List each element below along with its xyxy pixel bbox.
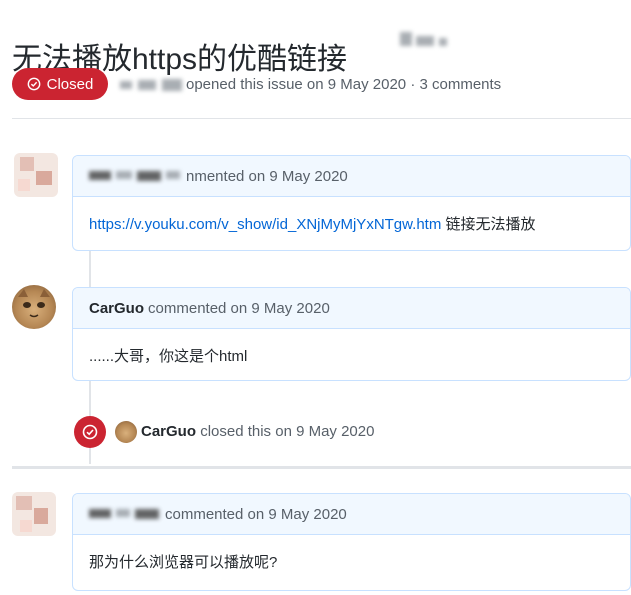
- comment-body: https://v.youku.com/v_show/id_XNjMyMjYxN…: [73, 197, 630, 250]
- comment-body: 那为什么浏览器可以播放呢?: [73, 535, 630, 588]
- avatar[interactable]: [14, 153, 58, 197]
- issue-meta: opened this issue on 9 May 2020 · 3 comm…: [120, 76, 501, 93]
- comment: CarGuo commented on 9 May 2020 ......大哥，…: [72, 287, 631, 381]
- issue-closed-icon: [27, 77, 41, 91]
- comment-action: commented on 9 May 2020: [165, 505, 347, 523]
- issue-closed-icon: [74, 416, 106, 448]
- comment-header: nmented on 9 May 2020: [73, 156, 630, 197]
- issue-state-label: Closed: [46, 75, 94, 93]
- timeline-event: CarGuo closed this on 9 May 2020: [141, 423, 374, 440]
- issue-meta-text: opened this issue on 9 May 2020 · 3 comm…: [186, 76, 502, 93]
- timeline-line: [89, 448, 91, 464]
- redacted-issue-number: [400, 32, 470, 48]
- timeline-divider: [12, 466, 631, 469]
- avatar[interactable]: [115, 421, 137, 443]
- issue-state-badge: Closed: [12, 68, 108, 100]
- timeline-line: [89, 380, 91, 416]
- comment-header: commented on 9 May 2020: [73, 494, 630, 535]
- redacted-author: [89, 509, 159, 519]
- comment-header: CarGuo commented on 9 May 2020: [73, 288, 630, 329]
- avatar[interactable]: [12, 492, 56, 536]
- event-author[interactable]: CarGuo: [141, 423, 196, 440]
- redacted-author: [120, 78, 182, 91]
- redacted-author: [89, 171, 180, 181]
- header-divider: [12, 118, 631, 119]
- comment-action: commented on 9 May 2020: [148, 299, 330, 317]
- avatar[interactable]: [12, 285, 56, 329]
- comment-author[interactable]: CarGuo: [89, 300, 144, 317]
- comment: commented on 9 May 2020 那为什么浏览器可以播放呢?: [72, 493, 631, 591]
- comment-text: ......大哥，你这是个html: [89, 348, 248, 365]
- comment-text: 那为什么浏览器可以播放呢?: [89, 554, 278, 571]
- timeline-line: [89, 250, 91, 290]
- comment-text: 链接无法播放: [445, 216, 536, 233]
- comment: nmented on 9 May 2020 https://v.youku.co…: [72, 155, 631, 251]
- comment-link[interactable]: https://v.youku.com/v_show/id_XNjMyMjYxN…: [89, 216, 441, 233]
- comment-body: ......大哥，你这是个html: [73, 329, 630, 380]
- comment-action: nmented on 9 May 2020: [186, 167, 348, 185]
- event-text: closed this on 9 May 2020: [200, 423, 375, 440]
